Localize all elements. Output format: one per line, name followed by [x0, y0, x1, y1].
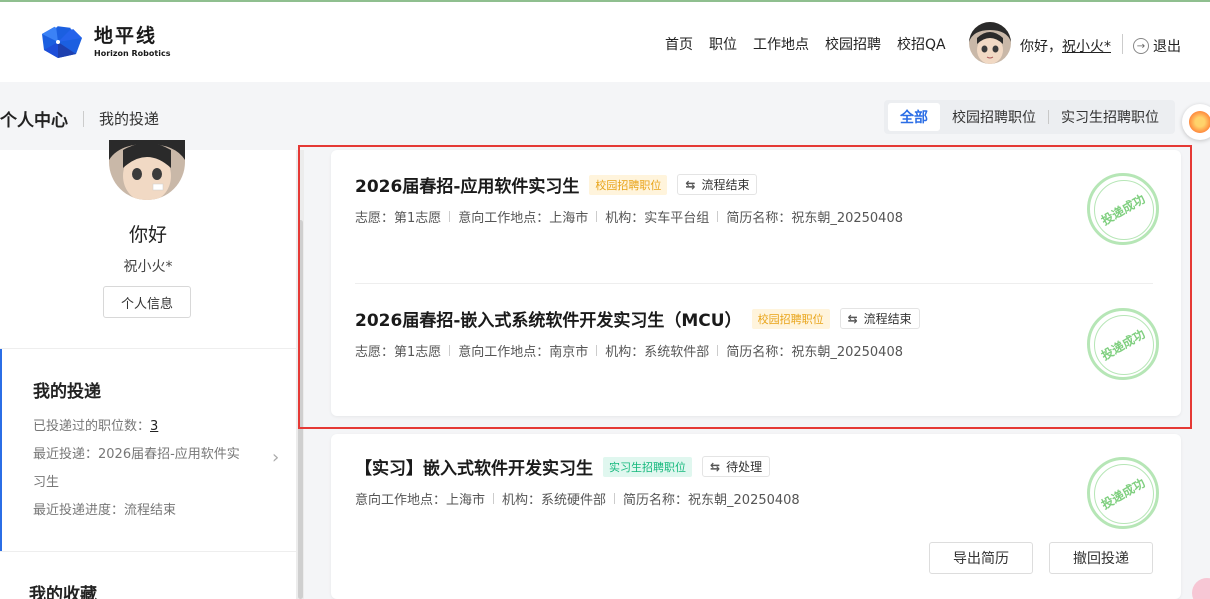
profile-avatar	[109, 140, 185, 200]
logo-subtitle: Horizon Robotics	[94, 48, 171, 58]
user-greeting: 你好，祝小火*	[1020, 36, 1111, 56]
my-applications-section[interactable]: 我的投递 已投递过的职位数：3 最近投递：2026届春招-应用软件实 习生 最近…	[0, 349, 296, 551]
selection-highlight-box	[298, 145, 1192, 429]
stamp-text: 投递成功	[1098, 475, 1148, 512]
withdraw-application-button[interactable]: 撤回投递	[1049, 542, 1153, 574]
job-meta: 意向工作地点：上海市 机构：系统硬件部 简历名称：祝东朝_20250408	[355, 489, 1055, 508]
tab-all[interactable]: 全部	[888, 103, 940, 131]
flower-icon	[1189, 111, 1210, 133]
recent-progress: 最近投递进度：流程结束	[33, 503, 177, 518]
application-item[interactable]: 【实习】嵌入式软件开发实习生 实习生招聘职位 ⇆ 待处理 意向工作地点：上海市 机…	[355, 454, 1055, 508]
applied-count-label: 已投递过的职位数：	[33, 419, 151, 434]
top-header: 地平线 Horizon Robotics 首页 职位 工作地点 校园招聘 校招Q…	[0, 0, 1210, 82]
main-nav: 首页 职位 工作地点 校园招聘 校招QA	[665, 34, 946, 54]
recent-application-cont: 习生	[33, 475, 60, 490]
application-card: 【实习】嵌入式软件开发实习生 实习生招聘职位 ⇆ 待处理 意向工作地点：上海市 机…	[331, 434, 1181, 599]
breadcrumb: 个人中心 我的投递	[0, 106, 159, 131]
profile-username: 祝小火*	[123, 259, 173, 275]
my-applications-title: 我的投递	[33, 382, 101, 402]
user-avatar[interactable]	[969, 22, 1011, 64]
header-divider	[1122, 34, 1123, 54]
logout-button[interactable]: → 退出	[1133, 36, 1181, 56]
profile-info-button[interactable]: 个人信息	[103, 286, 191, 318]
nav-item-home[interactable]: 首页	[665, 34, 693, 54]
logout-icon: →	[1133, 38, 1149, 54]
recent-application: 最近投递：2026届春招-应用软件实	[33, 447, 240, 462]
floating-assistant-button[interactable]	[1182, 104, 1210, 140]
meta-org: 机构：系统硬件部	[502, 493, 607, 508]
chevron-right-icon[interactable]: ›	[272, 447, 279, 468]
filter-tabs: 全部 校园招聘职位 实习生招聘职位	[884, 100, 1175, 134]
breadcrumb-divider	[83, 110, 84, 127]
sidebar-divider	[0, 551, 296, 552]
username-link[interactable]: 祝小火*	[1062, 39, 1111, 55]
flow-icon: ⇆	[710, 459, 721, 474]
profile-sidebar: 你好 祝小火* 个人信息 我的投递 已投递过的职位数：3 最近投递：2026届春…	[0, 140, 296, 599]
status-badge: ⇆ 待处理	[702, 456, 771, 477]
applied-count-link[interactable]: 3	[150, 419, 158, 434]
export-resume-button[interactable]: 导出简历	[929, 542, 1033, 574]
nav-item-campus[interactable]: 校园招聘	[825, 34, 881, 54]
logout-label: 退出	[1153, 39, 1181, 55]
job-type-tag: 实习生招聘职位	[603, 456, 692, 477]
logo-title: 地平线	[94, 24, 158, 47]
meta-location: 意向工作地点：上海市	[355, 493, 486, 508]
meta-resume: 简历名称：祝东朝_20250408	[623, 493, 800, 508]
status-text: 待处理	[726, 460, 763, 474]
nav-item-jobs[interactable]: 职位	[709, 34, 737, 54]
tab-campus[interactable]: 校园招聘职位	[940, 103, 1048, 131]
tab-intern[interactable]: 实习生招聘职位	[1049, 103, 1171, 131]
greeting-text: 你好，	[1020, 39, 1062, 55]
floating-help-icon[interactable]	[1192, 578, 1210, 599]
page-title[interactable]: 个人中心	[0, 106, 68, 131]
logo[interactable]: 地平线 Horizon Robotics	[38, 24, 170, 60]
submitted-stamp: 投递成功	[1087, 457, 1159, 529]
breadcrumb-current: 我的投递	[99, 110, 160, 128]
job-title[interactable]: 【实习】嵌入式软件开发实习生	[355, 454, 593, 479]
nav-item-locations[interactable]: 工作地点	[753, 34, 809, 54]
horizon-logo-icon	[42, 24, 82, 58]
nav-item-qa[interactable]: 校招QA	[897, 34, 946, 54]
profile-name: 你好	[128, 224, 167, 246]
applied-count-line: 已投递过的职位数：3	[33, 413, 263, 441]
my-favorites-title[interactable]: 我的收藏	[29, 580, 97, 599]
